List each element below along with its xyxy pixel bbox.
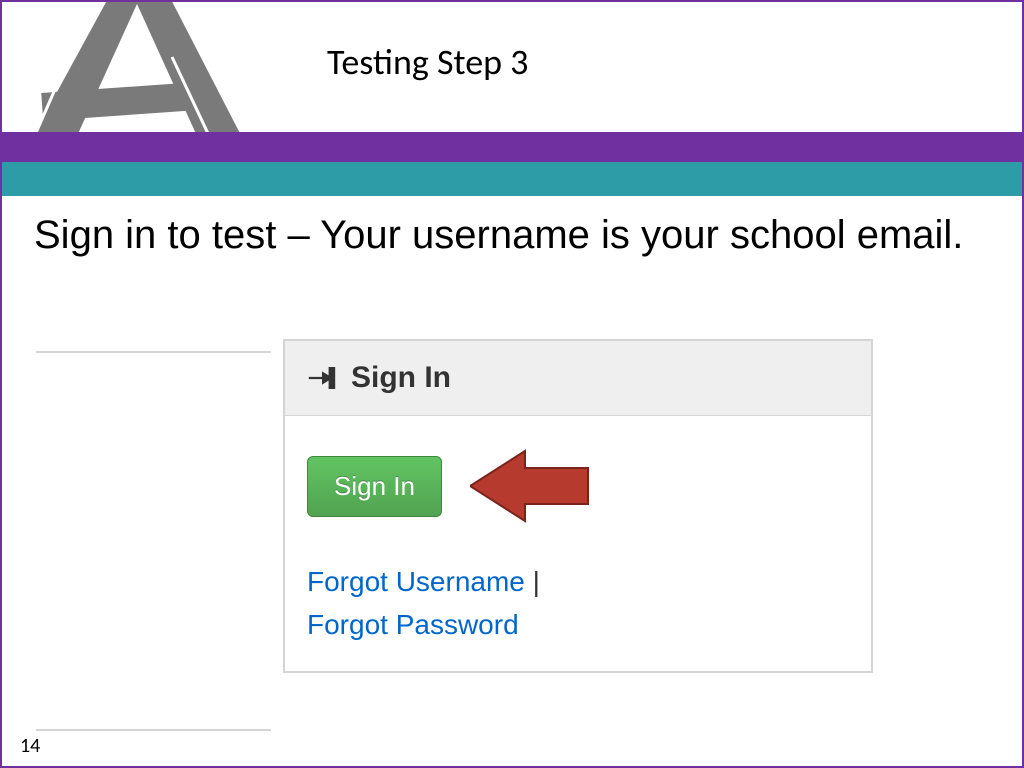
- logo-a-icon: [2, 2, 292, 132]
- slide: Testing Step 3 Sign in to test – Your us…: [0, 0, 1024, 768]
- panel-heading: Sign In: [351, 361, 451, 395]
- screenshot-left-gutter: [36, 351, 271, 731]
- sign-in-button[interactable]: Sign In: [307, 456, 442, 517]
- signin-panel: Sign In Sign In Forgot Username | Forgot…: [283, 339, 873, 673]
- callout-arrow-icon: [470, 446, 590, 526]
- panel-header: Sign In: [285, 341, 871, 416]
- page-number: 14: [20, 734, 40, 758]
- slide-title: Testing Step 3: [327, 40, 528, 84]
- forgot-links: Forgot Username | Forgot Password: [307, 560, 849, 647]
- enter-arrow-icon: [307, 366, 337, 390]
- accent-bar-teal: [2, 162, 1022, 196]
- signin-screenshot: Sign In Sign In Forgot Username | Forgot…: [36, 339, 876, 734]
- instruction-text: Sign in to test – Your username is your …: [34, 212, 974, 259]
- header: Testing Step 3: [2, 2, 1022, 132]
- logo: [2, 2, 292, 132]
- accent-bar-purple: [2, 132, 1022, 162]
- button-row: Sign In: [307, 446, 849, 526]
- link-separator: |: [525, 566, 540, 597]
- forgot-password-link[interactable]: Forgot Password: [307, 609, 519, 640]
- panel-body: Sign In Forgot Username | Forgot Passwor…: [285, 416, 871, 671]
- forgot-username-link[interactable]: Forgot Username: [307, 566, 525, 597]
